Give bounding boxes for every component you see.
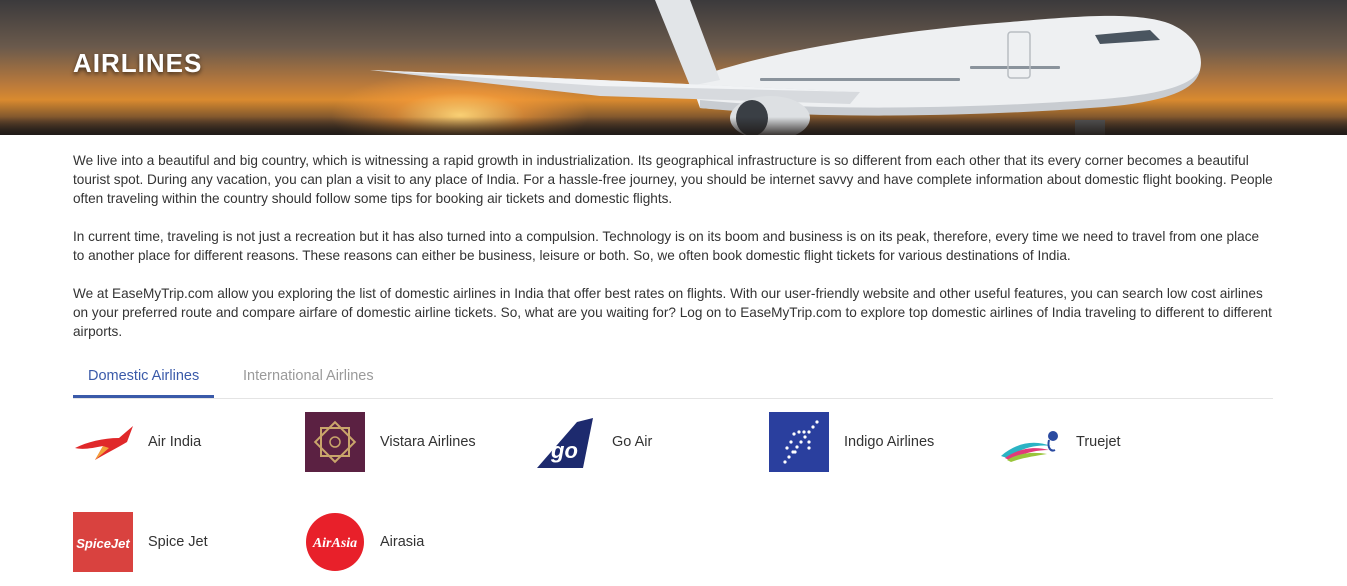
airline-name: Air India [148,434,202,450]
airline-tabs: Domestic Airlines International Airlines [73,360,1273,399]
airline-item-vistara[interactable]: Vistara Airlines [305,412,476,472]
airline-name: Spice Jet [148,534,208,550]
airline-item-air-india[interactable]: Air India [73,412,201,472]
go-air-logo-icon: go [537,412,597,472]
airline-item-airasia[interactable]: AirAsia Airasia [305,512,424,572]
air-india-logo-icon [73,412,133,472]
airline-name: Vistara Airlines [380,434,476,450]
intro-paragraph: We at EaseMyTrip.com allow you exploring… [73,286,1272,339]
vistara-logo-icon [305,412,365,472]
intro-paragraph: In current time, traveling is not just a… [73,229,1260,263]
airline-name: Airasia [380,534,425,550]
airline-item-spice-jet[interactable]: SpiceJet Spice Jet [73,512,208,572]
indigo-logo-icon [769,412,829,472]
airline-name: Indigo Airlines [844,434,935,450]
runway-shadow [0,117,1347,135]
intro-text: We live into a beautiful and big country… [0,135,1347,341]
tab-international-airlines[interactable]: International Airlines [228,360,389,397]
hero-banner: AIRLINES [0,0,1347,135]
page-title: AIRLINES [73,48,203,78]
airasia-logo-icon: AirAsia [305,512,365,572]
airline-item-go-air[interactable]: go Go Air [537,412,652,472]
airline-name: Truejet [1076,434,1121,450]
spicejet-logo-icon: SpiceJet [73,512,133,572]
svg-text:AirAsia: AirAsia [312,536,357,551]
intro-paragraph: We live into a beautiful and big country… [73,153,1273,206]
airline-item-indigo[interactable]: Indigo Airlines [769,412,934,472]
svg-text:SpiceJet: SpiceJet [76,536,130,551]
airline-name: Go Air [612,434,653,450]
tab-domestic-airlines[interactable]: Domestic Airlines [73,360,215,398]
svg-text:go: go [550,438,578,463]
airline-item-truejet[interactable]: Truejet [1001,412,1121,472]
truejet-logo-icon [1001,412,1061,472]
